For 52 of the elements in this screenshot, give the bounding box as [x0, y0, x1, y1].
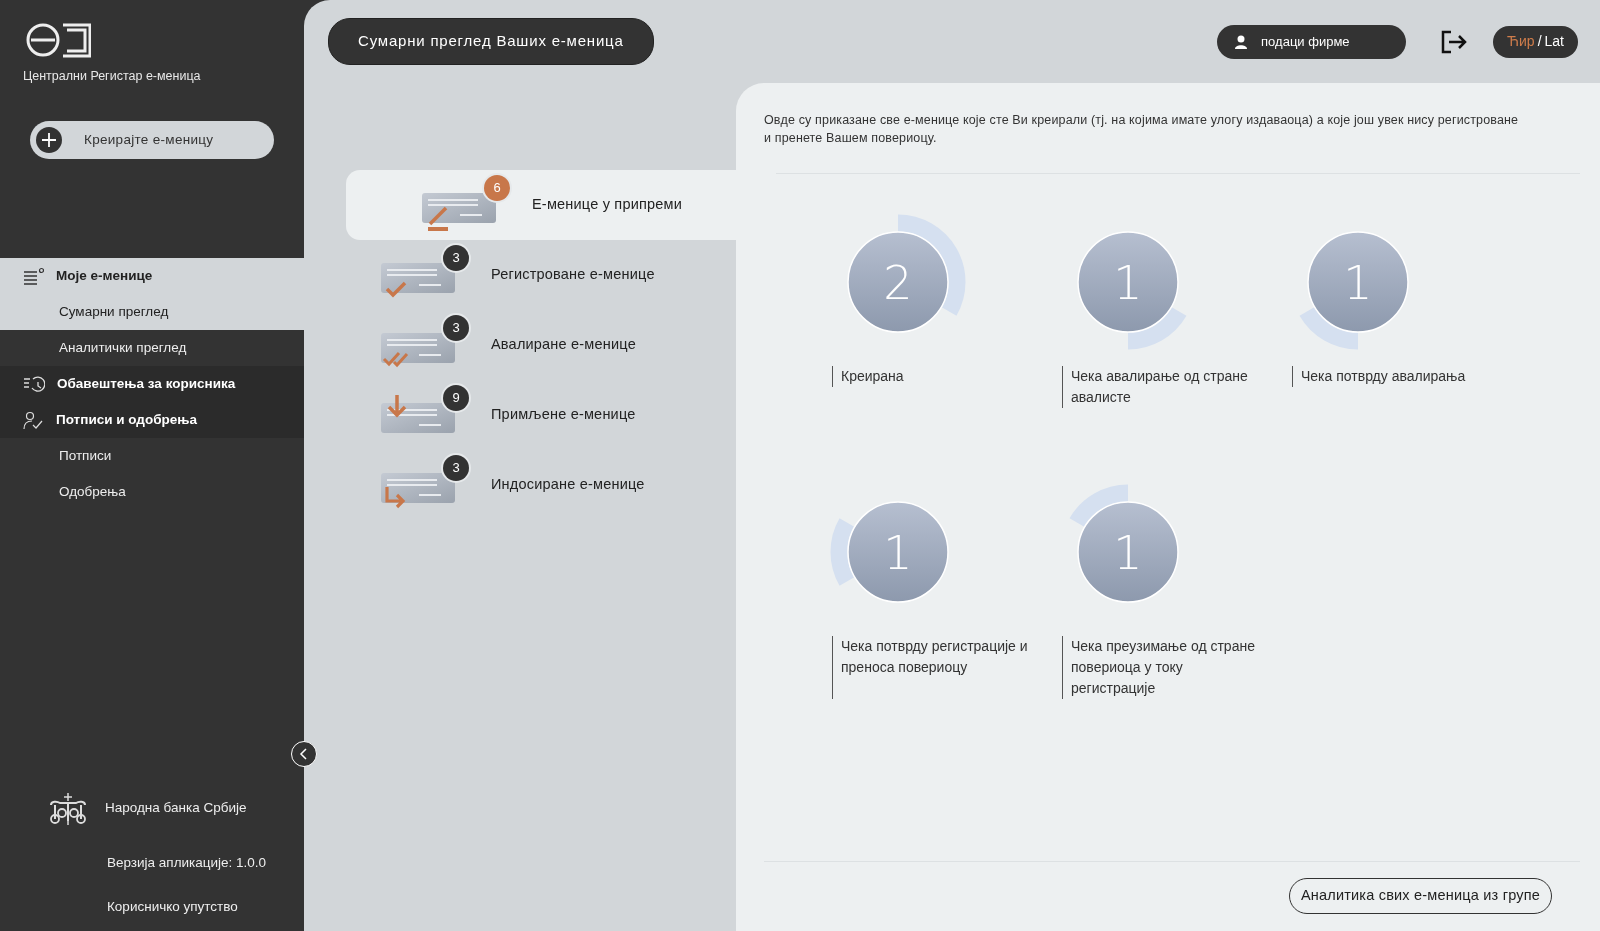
status-label: Чека потврду авалирања: [1292, 366, 1492, 387]
category-label: Авалиране е-менице: [491, 335, 636, 355]
status-count: 1: [1113, 256, 1143, 310]
menu-group[interactable]: Потписи и одобрења: [0, 402, 304, 438]
version-text: Верзија апликације: 1.0.0: [107, 853, 268, 872]
bank-name: Народна банка Србије: [105, 799, 247, 818]
person-check-icon: [23, 410, 44, 430]
category-label: Индосиране е-менице: [491, 475, 645, 495]
share-arc: [1127, 306, 1187, 350]
status-label: Чека потврду регистрације и преноса повериоцу: [832, 636, 1032, 699]
category-item[interactable]: 3 Индосиране е-менице: [304, 450, 736, 520]
count-badge: 3: [443, 245, 469, 271]
category-label: Регистроване е-менице: [491, 265, 655, 285]
share-arc: [1299, 306, 1359, 350]
menu-item[interactable]: Сумарни преглед: [0, 294, 304, 330]
category-item[interactable]: 9 Примљене е-менице: [304, 380, 736, 450]
language-option[interactable]: Ћир: [1507, 31, 1535, 52]
count-badge: 3: [443, 455, 469, 481]
history-icon: [23, 374, 45, 394]
count-badge: 6: [484, 175, 510, 201]
emblem-icon: [47, 790, 89, 827]
status-count: 2: [883, 256, 913, 310]
status-count: 1: [1343, 256, 1373, 310]
share-arc: [1069, 484, 1129, 528]
app-title: Централни Регистар е-меница: [23, 68, 201, 85]
count-badge: 9: [443, 385, 469, 411]
status-count: 1: [883, 526, 913, 580]
description-text: Овде су приказане све е-менице које сте Ви креирали (тј. на којима имате улогу издаваоца) а које још увек нису регистроване и пренете Вашем повериоцу.: [764, 112, 1520, 147]
separator-text: /: [1537, 32, 1542, 51]
logout-icon[interactable]: [1440, 28, 1468, 55]
menu-group[interactable]: Моје е-менице: [0, 258, 304, 294]
category-label: Е-менице у припреми: [532, 195, 683, 215]
status-label: Чека преузимање од стране повериоца у току регистрације: [1062, 636, 1262, 699]
status-label: Чека авалирање од стране авалисте: [1062, 366, 1262, 408]
company-button[interactable]: подаци фирме: [1217, 24, 1407, 59]
count-badge: 3: [443, 315, 469, 341]
list-icon: [23, 266, 44, 286]
category-item[interactable]: 3 Регистроване е-менице: [304, 240, 736, 310]
create-button[interactable]: Креирајте е-меницу: [30, 121, 274, 159]
language-option[interactable]: Lat: [1544, 31, 1564, 52]
collapse-button[interactable]: [291, 741, 317, 767]
category-item[interactable]: 6 Е-менице у припреми: [346, 170, 736, 240]
manual-link[interactable]: Корисничко упутство: [107, 896, 238, 917]
category-label: Примљене е-менице: [491, 405, 636, 425]
plus-icon: [36, 127, 62, 153]
person-icon: [1235, 34, 1248, 49]
status-count: 1: [1113, 526, 1143, 580]
category-item[interactable]: 3 Авалиране е-менице: [304, 310, 736, 380]
status-label: Креирана: [832, 366, 1032, 387]
menu-group[interactable]: Обавештења за корисника: [0, 366, 304, 402]
share-arc: [830, 518, 855, 586]
page-title: Сумарни преглед Ваших е-меница: [328, 18, 654, 65]
